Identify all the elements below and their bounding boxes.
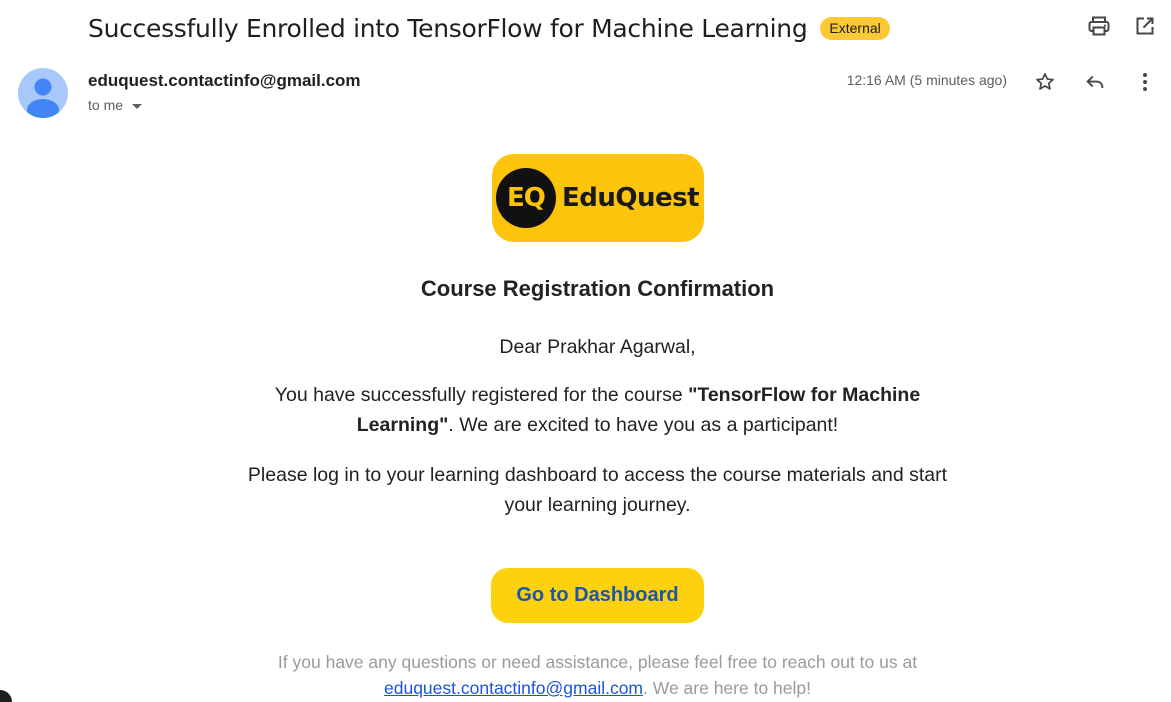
email-view: Successfully Enrolled into TensorFlow fo… — [0, 0, 1171, 702]
reply-icon[interactable] — [1083, 70, 1107, 94]
email-subject: Successfully Enrolled into TensorFlow fo… — [88, 13, 808, 43]
open-in-new-window-icon[interactable] — [1133, 14, 1157, 38]
footer-text-end: . We are here to help! — [643, 678, 811, 698]
external-badge: External — [820, 16, 890, 40]
registration-text-end: . We are excited to have you as a partic… — [448, 414, 839, 436]
star-icon[interactable] — [1033, 70, 1057, 94]
footer-text-start: If you have any questions or need assist… — [277, 652, 918, 672]
email-body: EQ EduQuest Course Registration Confirma… — [0, 150, 1171, 701]
registration-text-start: You have successfully registered for the… — [274, 384, 689, 406]
recipient-label: to me — [88, 97, 124, 113]
top-toolbar — [1087, 14, 1157, 38]
login-instructions: Please log in to your learning dashboard… — [247, 464, 948, 516]
subject-row: Successfully Enrolled into TensorFlow fo… — [88, 8, 890, 48]
support-footer: If you have any questions or need assist… — [248, 649, 948, 701]
logo-monogram: EQ — [495, 168, 556, 228]
support-email-link[interactable]: eduquest.contactinfo@gmail.com — [384, 678, 643, 698]
sender-email[interactable]: eduquest.contactinfo@gmail.com — [88, 71, 361, 91]
eduquest-logo: EQ EduQuest — [491, 154, 704, 242]
registration-message: You have successfully registered for the… — [248, 380, 948, 440]
avatar-icon[interactable] — [18, 68, 68, 118]
print-icon[interactable] — [1087, 14, 1111, 38]
chevron-down-icon — [132, 103, 143, 109]
greeting: Dear Prakhar Agarwal, — [499, 336, 696, 358]
logo-wordmark: EduQuest — [561, 183, 700, 213]
email-timestamp: 12:16 AM (5 minutes ago) — [846, 72, 1007, 88]
message-actions — [1033, 70, 1157, 94]
more-vert-icon[interactable] — [1133, 70, 1157, 94]
recipient-details-toggle[interactable]: to me — [88, 97, 143, 113]
go-to-dashboard-button[interactable]: Go to Dashboard — [491, 568, 704, 623]
email-heading: Course Registration Confirmation — [420, 276, 775, 301]
